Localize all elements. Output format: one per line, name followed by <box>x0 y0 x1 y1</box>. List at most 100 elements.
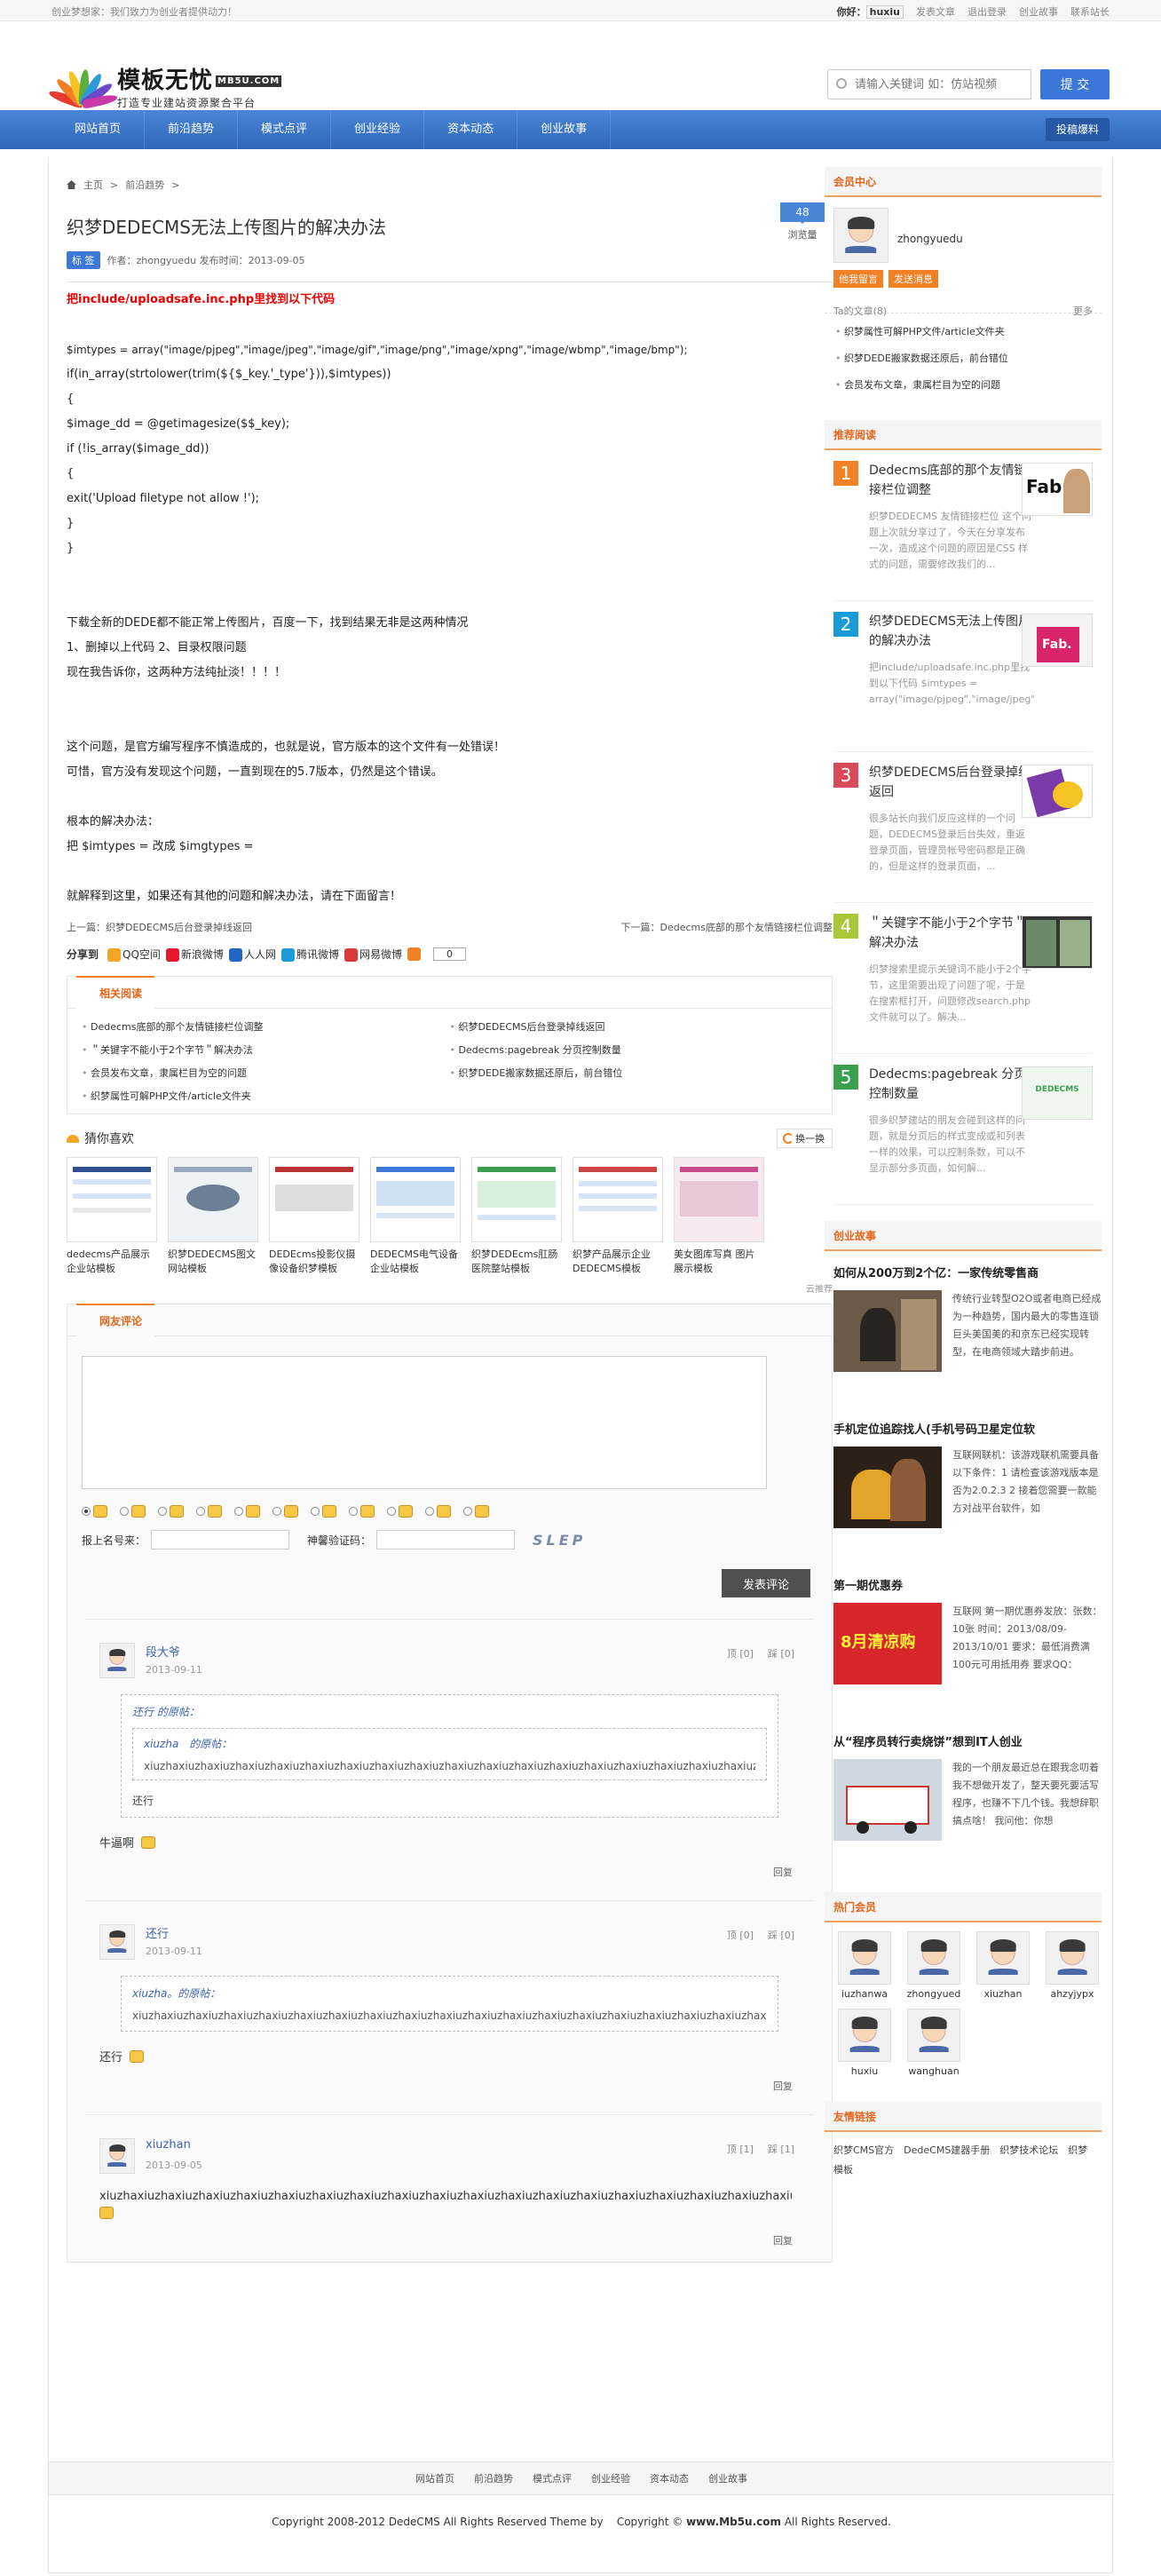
footer-link-home[interactable]: 网站首页 <box>415 2471 454 2485</box>
name-input[interactable] <box>151 1530 290 1550</box>
send-message-button[interactable]: 发送消息 <box>889 270 938 288</box>
list-item-title[interactable]: Dedecms:pagebreak 分页控制数量 <box>869 1065 1038 1104</box>
captcha-image[interactable]: SLEP <box>533 1532 586 1549</box>
member-item[interactable]: xiuzhan <box>972 1931 1034 2000</box>
reply-button[interactable]: 回复 <box>773 2081 793 2092</box>
share-netease-weibo[interactable]: 网易微博 <box>344 947 402 962</box>
submit-tip-button[interactable]: 投稿爆料 <box>1045 118 1110 141</box>
tag-badge[interactable]: 标 签 <box>67 251 100 269</box>
list-item[interactable]: 织梦属性可解PHP文件/article文件夹 <box>835 319 1091 345</box>
related-item[interactable]: Dedecms底部的那个友情链接栏位调整 <box>82 1019 450 1034</box>
related-item[interactable]: 织梦属性可解PHP文件/article文件夹 <box>82 1089 450 1103</box>
related-item[interactable]: 会员发布文章，隶属栏目为空的问题 <box>82 1066 450 1080</box>
story-link[interactable]: 创业故事 <box>1019 4 1058 19</box>
guess-item[interactable]: DEDECMS电气设备企业站模板 <box>370 1157 461 1276</box>
emoticon-option[interactable] <box>387 1505 413 1518</box>
list-item-title[interactable]: Dedecms底部的那个友情链接栏位调整 <box>869 461 1038 500</box>
search-input[interactable] <box>827 69 1031 99</box>
downvote-button[interactable]: 踩 [0] <box>768 1646 794 1661</box>
breadcrumb-home[interactable]: 主页 <box>83 178 103 192</box>
breadcrumb-section[interactable]: 前沿趋势 <box>125 178 164 192</box>
list-item[interactable]: 从“程序员转行卖烧饼”想到IT人创业 我的一个朋友最近总在跟我念叨着我不想做开发… <box>833 1720 1099 1876</box>
nav-item-reviews[interactable]: 模式点评 <box>238 110 332 149</box>
list-item-title[interactable]: 第一期优惠券 <box>833 1576 1093 1593</box>
member-name[interactable]: zhongyuedu <box>897 233 963 245</box>
emoticon-option[interactable] <box>349 1505 375 1518</box>
reply-button[interactable]: 回复 <box>773 2235 793 2247</box>
nav-item-capital[interactable]: 资本动态 <box>424 110 518 149</box>
user-link[interactable]: huxiu <box>865 5 904 19</box>
comment-author[interactable]: xiuzhan <box>146 2138 191 2152</box>
list-item-title[interactable]: 从“程序员转行卖烧饼”想到IT人创业 <box>833 1732 1093 1749</box>
list-item[interactable]: 第一期优惠券 8月清凉购 互联网 第一期优惠券发放：张数：10张 时间：2013… <box>833 1564 1102 1720</box>
list-item[interactable]: 1 Dedecms底部的那个友情链接栏位调整 织梦DEDECMS 友情链接栏位 … <box>833 450 1093 601</box>
upvote-button[interactable]: 顶 [0] <box>727 1928 754 1942</box>
contact-link[interactable]: 联系站长 <box>1070 4 1110 19</box>
list-item[interactable]: 5 Dedecms:pagebreak 分页控制数量 很多织梦建站的朋友会碰到这… <box>833 1054 1093 1205</box>
emoticon-option[interactable] <box>158 1505 184 1518</box>
avatar[interactable] <box>99 2138 135 2174</box>
post-article-link[interactable]: 发表文章 <box>916 4 955 19</box>
list-item[interactable]: 织梦DEDE搬家数据还原后，前台错位 <box>835 345 1091 372</box>
footer-link-stories[interactable]: 创业故事 <box>708 2471 747 2485</box>
more-share-icon[interactable] <box>407 947 421 961</box>
upvote-button[interactable]: 顶 [0] <box>727 1646 754 1661</box>
guess-item[interactable]: DEDEcms投影仪摄像设备织梦模板 <box>269 1157 359 1276</box>
prev-article-link[interactable]: 上一篇：织梦DEDECMS后台登录掉线返回 <box>67 920 252 934</box>
list-item[interactable]: 会员发布文章，隶属栏目为空的问题 <box>835 372 1091 399</box>
comment-author[interactable]: 段大爷 <box>146 1643 180 1660</box>
list-item-title[interactable]: 织梦DEDECMS无法上传图片的解决办法 <box>869 612 1038 651</box>
share-qzone[interactable]: QQ空间 <box>107 947 161 962</box>
nav-item-trends[interactable]: 前沿趋势 <box>145 110 239 149</box>
related-item[interactable]: 织梦DEDECMS后台登录掉线返回 <box>450 1019 818 1034</box>
list-item-title[interactable]: 如何从200万到2个亿：一家传统零售商 <box>833 1264 1093 1280</box>
downvote-button[interactable]: 踩 [0] <box>768 1928 794 1942</box>
list-item[interactable]: 3 织梦DEDECMS后台登录掉线返回 很多站长向我们反应这样的一个问题，DED… <box>833 752 1093 903</box>
list-item-title[interactable]: 手机定位追踪找人(手机号码卫星定位软 <box>833 1420 1093 1437</box>
list-item[interactable]: 2 织梦DEDECMS无法上传图片的解决办法 把include/uploadsa… <box>833 601 1093 752</box>
emoticon-option[interactable] <box>272 1505 298 1518</box>
share-tencent-weibo[interactable]: 腾讯微博 <box>280 947 339 962</box>
avatar[interactable] <box>99 1924 135 1960</box>
list-item[interactable]: 手机定位追踪找人(手机号码卫星定位软 互联网联机：该游戏联机需要具备以下条件：1… <box>833 1407 1099 1564</box>
member-item[interactable]: zhongyued <box>903 1931 965 2000</box>
guess-item[interactable]: 织梦DEDECMS图文网站模板 <box>168 1157 258 1276</box>
related-item[interactable]: 织梦DEDE搬家数据还原后，前台错位 <box>450 1066 818 1080</box>
comment-textarea[interactable] <box>82 1356 767 1489</box>
footer-link-capital[interactable]: 资本动态 <box>650 2471 689 2485</box>
captcha-input[interactable] <box>376 1530 516 1550</box>
guess-item[interactable]: 织梦DEDEcms肛肠医院整站模板 <box>471 1157 562 1276</box>
comment-author[interactable]: 还行 <box>146 1924 169 1941</box>
related-item[interactable]: Dedecms:pagebreak 分页控制数量 <box>450 1042 818 1057</box>
footer-link-reviews[interactable]: 模式点评 <box>533 2471 572 2485</box>
emoticon-option[interactable] <box>463 1505 489 1518</box>
footer-link-experience[interactable]: 创业经验 <box>591 2471 630 2485</box>
list-item[interactable]: 4 ＂关键字不能小于2个字节＂解决办法 织梦搜索里提示关键词不能小于2个字节，这… <box>833 903 1093 1054</box>
site-link[interactable]: www.Mb5u.com <box>686 2516 781 2528</box>
next-article-link[interactable]: 下一篇：Dedecms底部的那个友情链接栏位调整 <box>621 920 833 934</box>
nav-item-experience[interactable]: 创业经验 <box>331 110 425 149</box>
guess-item[interactable]: 织梦产品展示企业DEDECMS模板 <box>573 1157 663 1276</box>
related-item[interactable]: ＂关键字不能小于2个字节＂解决办法 <box>82 1042 450 1057</box>
share-renren[interactable]: 人人网 <box>228 947 276 962</box>
list-item[interactable]: 如何从200万到2个亿：一家传统零售商 传统行业转型O2O或者电商已经成为一种趋… <box>833 1251 1101 1407</box>
avatar[interactable] <box>99 1643 135 1678</box>
member-item[interactable]: ahzyjypx <box>1041 1931 1103 2000</box>
member-item[interactable]: huxiu <box>833 2009 896 2077</box>
share-weibo[interactable]: 新浪微博 <box>165 947 224 962</box>
emoticon-option[interactable] <box>425 1505 451 1518</box>
guess-item[interactable]: dedecms产品展示企业站模板 <box>67 1157 157 1276</box>
leave-message-button[interactable]: 他我留言 <box>833 270 883 288</box>
emoticon-option[interactable] <box>234 1505 260 1518</box>
member-item[interactable]: wanghuan <box>903 2009 965 2077</box>
guess-item[interactable]: 美女图库写真 图片展示模板 <box>674 1157 764 1276</box>
list-item-title[interactable]: ＂关键字不能小于2个字节＂解决办法 <box>869 914 1038 953</box>
emoticon-option[interactable] <box>82 1505 107 1518</box>
more-link[interactable]: 更多 <box>1073 304 1093 318</box>
submit-comment-button[interactable]: 发表评论 <box>722 1569 810 1597</box>
nav-item-home[interactable]: 网站首页 <box>51 110 146 149</box>
friend-links[interactable]: 织梦CMS官方 DedeCMS建器手册 织梦技术论坛 织梦模板 <box>825 2132 1102 2189</box>
emoticon-option[interactable] <box>311 1505 336 1518</box>
site-logo[interactable]: 模板无忧 MB5U.COM 打造专业建站资源聚合平台 <box>47 62 282 110</box>
reply-button[interactable]: 回复 <box>773 1867 793 1878</box>
